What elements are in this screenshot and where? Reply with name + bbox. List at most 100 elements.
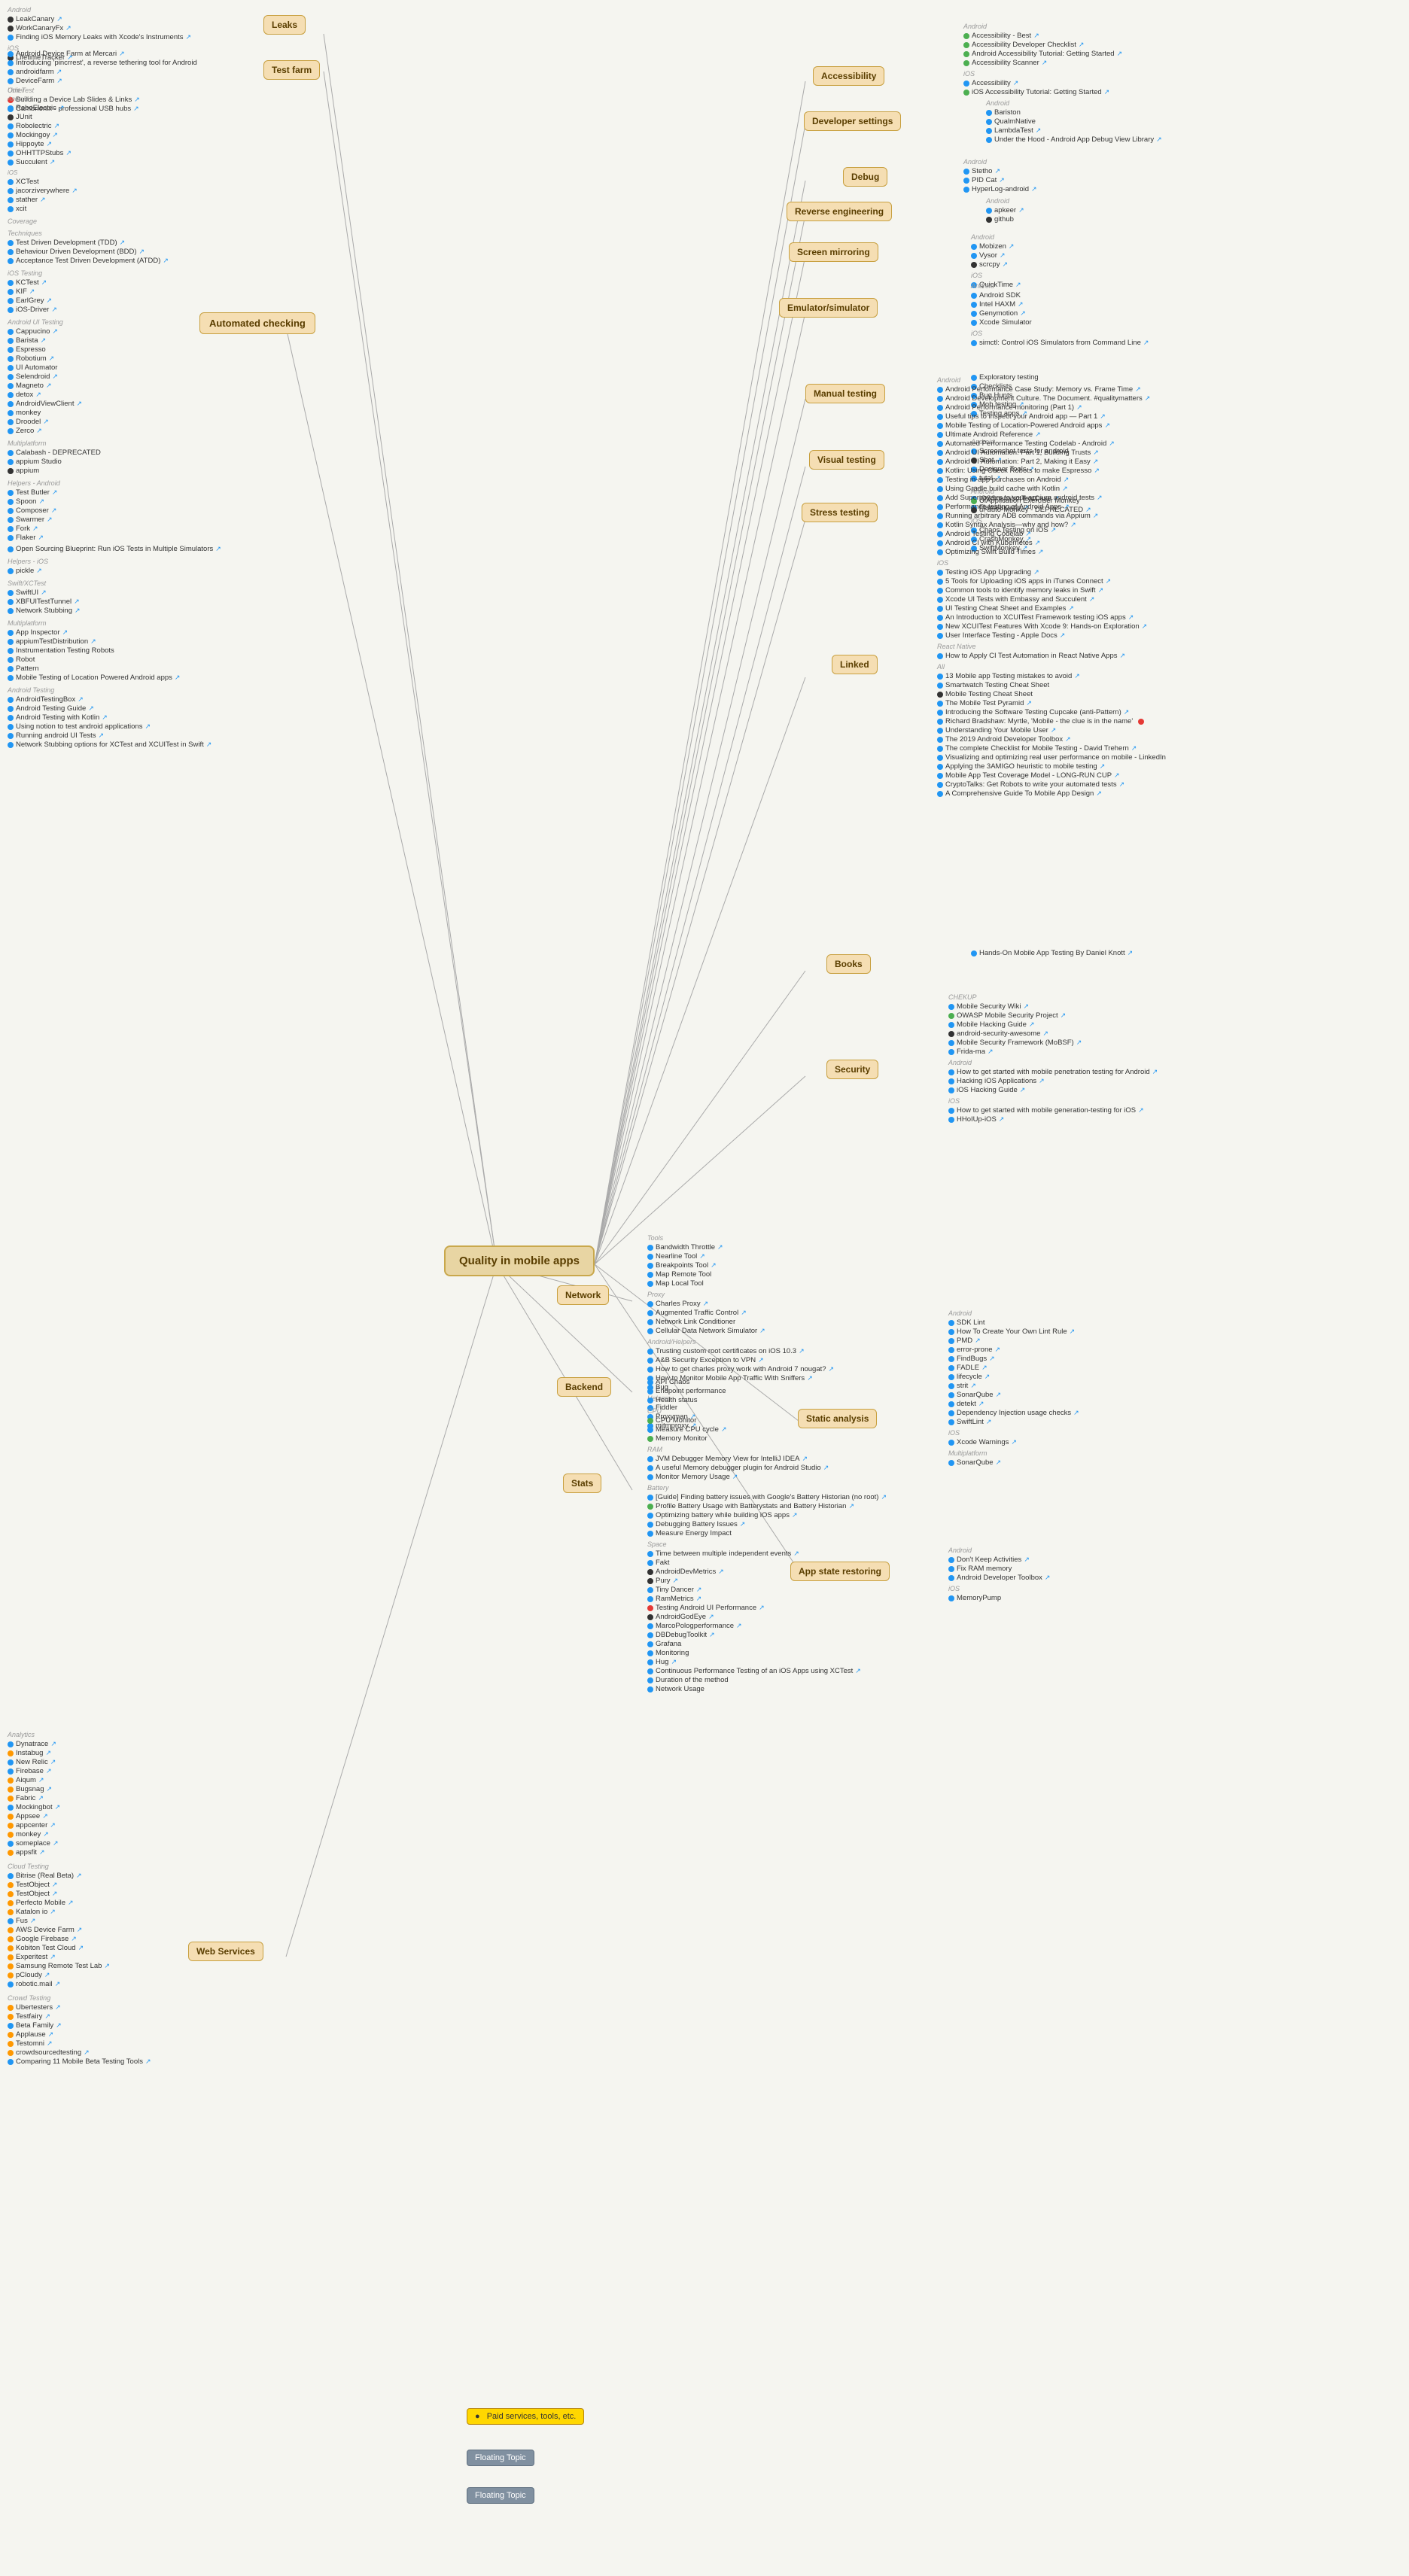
acc-item-5: Accessibility↗ [963,79,1122,87]
acc-item-4: Accessibility Scanner↗ [963,59,1122,67]
lnk-a17: Android Testing Codelab↗ [937,530,1166,538]
ws-an7: Fabric↗ [8,1794,151,1802]
net-item-10: Trusting custom root certificates on iOS… [647,1347,834,1355]
category-static-analysis[interactable]: Static analysis [798,1409,877,1428]
category-app-state[interactable]: App state restoring [790,1562,890,1581]
category-screen-mirror[interactable]: Screen mirroring [789,242,878,262]
ac-item-6: OHHTTPStubs↗ [8,149,221,157]
ac-m6: Mobile Testing of Location Powered Andro… [8,674,221,682]
category-debug[interactable]: Debug [843,167,887,187]
net-item-12: How to get charles proxy work with Andro… [647,1365,834,1373]
sa-item-1: SDK Lint [948,1318,1079,1327]
backend-group: API Chaos Endpoint performance Health st… [647,1377,726,1405]
category-test-farm[interactable]: Test farm [263,60,320,80]
sa-item-10: detekt↗ [948,1400,1079,1408]
rev-item-2: github [986,215,1024,224]
category-visual-testing[interactable]: Visual testing [809,450,884,470]
sa-item-8: strit↗ [948,1382,1079,1390]
stats-sp10: DBDebugToolkit↗ [647,1631,887,1639]
category-dev-settings[interactable]: Developer settings [804,111,901,131]
accessibility-group: Android Accessibility - Best↗ Accessibil… [963,23,1122,97]
category-automated-checking[interactable]: Automated checking [199,312,315,334]
category-web-services[interactable]: Web Services [188,1942,263,1961]
lnk-all8: The 2019 Android Developer Toolbox↗ [937,735,1166,744]
reverse-group: Android apkeer↗ github [986,197,1024,224]
floating-topic-2: Floating Topic [467,2487,534,2504]
stats-ram2: A useful Memory debugger plugin for Andr… [647,1464,887,1472]
category-security[interactable]: Security [826,1060,878,1079]
category-linked[interactable]: Linked [832,655,878,674]
stats-sp7: Testing Android UI Performance↗ [647,1604,887,1612]
ac-au8: detox↗ [8,391,221,399]
sec-item-9: iOS Hacking Guide↗ [948,1086,1158,1094]
lnk-a14: Performance testing of Android Apps↗ [937,503,1166,511]
sa-item-12: SwiftLint↗ [948,1418,1079,1426]
security-group: CHEKUP Mobile Security Wiki↗ OWASP Mobil… [948,993,1158,1124]
ac-item-2: JUnit [8,113,221,121]
ws-an9: Appsee↗ [8,1812,151,1820]
rev-item-1: apkeer↗ [986,206,1024,214]
category-stress-testing[interactable]: Stress testing [802,503,878,522]
lnk-a12: Using Gradle build cache with Kotlin↗ [937,485,1166,493]
category-books[interactable]: Books [826,954,871,974]
stats-bat4: Debugging Battery Issues↗ [647,1520,887,1528]
lk-item-3: Finding iOS Memory Leaks with Xcode's In… [8,33,191,41]
category-leaks[interactable]: Leaks [263,15,306,35]
as-item-4: MemoryPump [948,1594,1050,1602]
lnk-a18: Android CI with Kubernetes↗ [937,539,1166,547]
sa-item-9: SonarQube↗ [948,1391,1079,1399]
category-emulator[interactable]: Emulator/simulator [779,298,878,318]
category-network[interactable]: Network [557,1285,609,1305]
ac-t1: Test Driven Development (TDD)↗ [8,239,221,247]
sm-item-3: scrcpy↗ [971,260,1021,269]
net-item-11: A&B Security Exception to VPN↗ [647,1356,834,1364]
stats-group: CPU CPU Monitor Measure CPU cycle↗ Memor… [647,1407,887,1694]
sec-item-10: How to get started with mobile generatio… [948,1106,1158,1115]
category-stats[interactable]: Stats [563,1474,601,1493]
ws-cr6: crowdsourcedtesting↗ [8,2048,151,2057]
ws-ct2: TestObject↗ [8,1881,151,1889]
category-accessibility[interactable]: Accessibility [813,66,884,86]
ac-item-11: xcit [8,205,221,213]
ac-item-3: Robolectric↗ [8,122,221,130]
stats-sp11: Grafana [647,1640,887,1648]
lnk-all6: Richard Bradshaw: Myrtle, 'Mobile - the … [937,717,1166,725]
ac-os1: Open Sourcing Blueprint: Run iOS Tests i… [8,545,221,553]
ws-an8: Mockingbot↗ [8,1803,151,1811]
sec-item-4: android-security-awesome↗ [948,1029,1158,1038]
lnk-all11: Applying the 3AMIGO heuristic to mobile … [937,762,1166,771]
ws-an12: someplace↗ [8,1839,151,1848]
net-item-2: Nearline Tool↗ [647,1252,834,1261]
tf-item-2: Introducing 'pincrrest', a reverse tethe… [8,59,197,67]
stats-sp13: Hug↗ [647,1658,887,1666]
stats-ram3: Monitor Memory Usage↗ [647,1473,887,1481]
ws-an11: monkey↗ [8,1830,151,1838]
ac-mp1: Calabash - DEPRECATED [8,449,221,457]
be-item-1: API Chaos [647,1378,726,1386]
ac-t2: Behaviour Driven Development (BDD)↗ [8,248,221,256]
lnk-a11: Testing in-app purchases on Android↗ [937,476,1166,484]
lnk-i2: 5 Tools for Uploading iOS apps in iTunes… [937,577,1166,585]
lnk-a19: Optimizing Swift Build Times↗ [937,548,1166,556]
static-analysis-group: Android SDK Lint How To Create Your Own … [948,1309,1079,1467]
ac-item-1: RoboElectric↗ [8,104,221,112]
stats-sp5: Tiny Dancer↗ [647,1586,887,1594]
ws-an4: Firebase↗ [8,1767,151,1775]
ac-hi1: pickle↗ [8,567,221,575]
sa-item-4: error-prone↗ [948,1346,1079,1354]
category-reverse-eng[interactable]: Reverse engineering [787,202,892,221]
lnk-all10: Visualizing and optimizing real user per… [937,753,1166,762]
ws-ct12: pCloudy↗ [8,1971,151,1979]
stats-sp14: Continuous Performance Testing of an iOS… [647,1667,887,1675]
ac-item-4: Mockingoy↗ [8,131,221,139]
ac-s1: SwiftUI↗ [8,588,221,597]
lnk-all9: The complete Checklist for Mobile Testin… [937,744,1166,753]
automated-checking-group: Unit Test Android RoboElectric↗ JUnit Ro… [8,87,221,750]
category-backend[interactable]: Backend [557,1377,611,1397]
lnk-a2: Android Development Culture. The Documen… [937,394,1166,403]
ac-ha5: Fork↗ [8,525,221,533]
ac-item-8: XCTest [8,178,221,186]
category-manual-testing[interactable]: Manual testing [805,384,885,403]
ws-ct11: Samsung Remote Test Lab↗ [8,1962,151,1970]
ac-au7: Magneto↗ [8,382,221,390]
